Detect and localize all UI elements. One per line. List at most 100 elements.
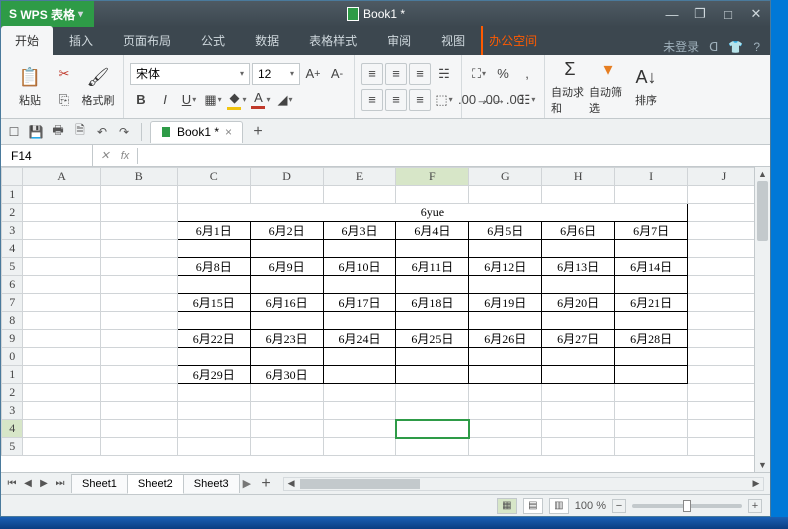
zoom-in-button[interactable]: + (748, 499, 762, 513)
underline-button[interactable]: U▾ (178, 89, 200, 111)
cell[interactable] (323, 366, 396, 384)
page-layout-view-button[interactable]: ▤ (523, 498, 543, 514)
next-sheet-icon[interactable]: ▶ (37, 477, 51, 491)
row-14[interactable]: 4 (2, 420, 23, 438)
row-1[interactable]: 1 (2, 186, 23, 204)
merge-cells-button[interactable]: ⬚▾ (433, 89, 455, 111)
windows-taskbar[interactable] (0, 517, 788, 529)
cell[interactable]: 6月21日 (615, 294, 688, 312)
cell[interactable]: 6月18日 (396, 294, 469, 312)
row-2[interactable]: 2 (2, 204, 23, 222)
cancel-fx-icon[interactable]: ✕ (97, 148, 113, 164)
cell[interactable]: 6月12日 (469, 258, 542, 276)
cell[interactable] (615, 366, 688, 384)
tab-layout[interactable]: 页面布局 (109, 26, 185, 55)
cell[interactable]: 6月15日 (177, 294, 250, 312)
paste-button[interactable]: 📋 粘贴 (11, 66, 49, 108)
name-box[interactable]: F14 (1, 145, 93, 167)
row-6[interactable]: 6 (2, 276, 23, 294)
row-11[interactable]: 1 (2, 366, 23, 384)
prev-sheet-icon[interactable]: ◀ (21, 477, 35, 491)
tab-formula[interactable]: 公式 (187, 26, 239, 55)
tab-view[interactable]: 视图 (427, 26, 479, 55)
print-preview-icon[interactable]: 🗎 (71, 123, 89, 141)
first-sheet-icon[interactable]: ⏮ (5, 477, 19, 491)
tab-office-space[interactable]: 办公空间 (481, 26, 551, 55)
tab-insert[interactable]: 插入 (55, 26, 107, 55)
zoom-out-button[interactable]: − (612, 499, 626, 513)
col-C[interactable]: C (177, 168, 250, 186)
autosum-button[interactable]: Σ 自动求和 (551, 58, 589, 116)
align-top-button[interactable]: ≡ (361, 63, 383, 85)
row-5[interactable]: 5 (2, 258, 23, 276)
scroll-right-icon[interactable]: ▶ (749, 478, 763, 490)
sheet-tab-1[interactable]: Sheet1 (71, 474, 128, 493)
cell[interactable]: 6月26日 (469, 330, 542, 348)
fx-icon[interactable]: fx (117, 148, 133, 164)
close-button[interactable]: ✕ (742, 1, 770, 27)
cell[interactable]: 6月30日 (250, 366, 323, 384)
bold-button[interactable]: B (130, 89, 152, 111)
col-J[interactable]: J (688, 168, 754, 186)
col-F[interactable]: F (396, 168, 469, 186)
row-10[interactable]: 0 (2, 348, 23, 366)
tab-home[interactable]: 开始 (1, 26, 53, 55)
italic-button[interactable]: I (154, 89, 176, 111)
align-left-button[interactable]: ≡ (361, 89, 383, 111)
clear-format-button[interactable]: ◢▾ (274, 89, 296, 111)
zoom-slider-knob[interactable] (683, 500, 691, 512)
sort-button[interactable]: A↓ 排序 (627, 66, 665, 108)
undo-icon[interactable]: ↶ (93, 123, 111, 141)
format-painter-button[interactable]: 🖌 格式刷 (79, 66, 117, 108)
number-format-button[interactable]: ☷▾ (516, 89, 538, 111)
horizontal-scrollbar[interactable]: ◀ ▶ (283, 477, 764, 491)
minimize-button[interactable]: — (658, 1, 686, 27)
row-15[interactable]: 5 (2, 438, 23, 456)
sheet-tab-3[interactable]: Sheet3 (183, 474, 240, 493)
col-A[interactable]: A (23, 168, 100, 186)
cell[interactable] (396, 366, 469, 384)
cell[interactable]: 6月13日 (542, 258, 615, 276)
font-color-button[interactable]: A▾ (250, 89, 272, 111)
zoom-slider[interactable] (632, 504, 742, 508)
new-doc-icon[interactable]: ☐ (5, 123, 23, 141)
scroll-left-icon[interactable]: ◀ (284, 478, 298, 490)
percent-button[interactable]: % (492, 63, 514, 85)
skin-icon[interactable]: ᗡ (709, 40, 718, 54)
col-B[interactable]: B (100, 168, 177, 186)
col-I[interactable]: I (615, 168, 688, 186)
cell[interactable]: 6月19日 (469, 294, 542, 312)
doc-tab-close-icon[interactable]: × (225, 125, 232, 139)
page-break-view-button[interactable]: ▥ (549, 498, 569, 514)
row-3[interactable]: 3 (2, 222, 23, 240)
font-size-select[interactable]: 12▾ (252, 63, 300, 85)
restore-button[interactable]: ❐ (686, 1, 714, 27)
shirt-icon[interactable]: 👕 (728, 40, 743, 54)
cell[interactable]: 6月14日 (615, 258, 688, 276)
align-center-button[interactable]: ≡ (385, 89, 407, 111)
fill-color-button[interactable]: ◆▾ (226, 89, 248, 111)
scroll-down-icon[interactable]: ▼ (755, 458, 770, 472)
add-doc-tab-button[interactable]: + (247, 121, 269, 143)
last-sheet-icon[interactable]: ⏭ (53, 477, 67, 491)
wrap-text-button[interactable]: ☵ (433, 63, 455, 85)
cell[interactable]: 6月25日 (396, 330, 469, 348)
maximize-button[interactable]: □ (714, 1, 742, 27)
select-all-corner[interactable] (2, 168, 23, 186)
cell[interactable]: 6月3日 (323, 222, 396, 240)
cell[interactable]: 6月11日 (396, 258, 469, 276)
cell[interactable]: 6月17日 (323, 294, 396, 312)
cell[interactable]: 6月7日 (615, 222, 688, 240)
redo-icon[interactable]: ↷ (115, 123, 133, 141)
col-D[interactable]: D (250, 168, 323, 186)
zoom-value[interactable]: 100 % (575, 500, 606, 512)
row-8[interactable]: 8 (2, 312, 23, 330)
tab-data[interactable]: 数据 (241, 26, 293, 55)
cell[interactable]: 6月5日 (469, 222, 542, 240)
row-13[interactable]: 3 (2, 402, 23, 420)
v-scroll-thumb[interactable] (757, 181, 768, 241)
scroll-up-icon[interactable]: ▲ (755, 167, 770, 181)
cell[interactable]: 6月4日 (396, 222, 469, 240)
cell[interactable]: 6月6日 (542, 222, 615, 240)
help-icon[interactable]: ? (753, 40, 760, 54)
